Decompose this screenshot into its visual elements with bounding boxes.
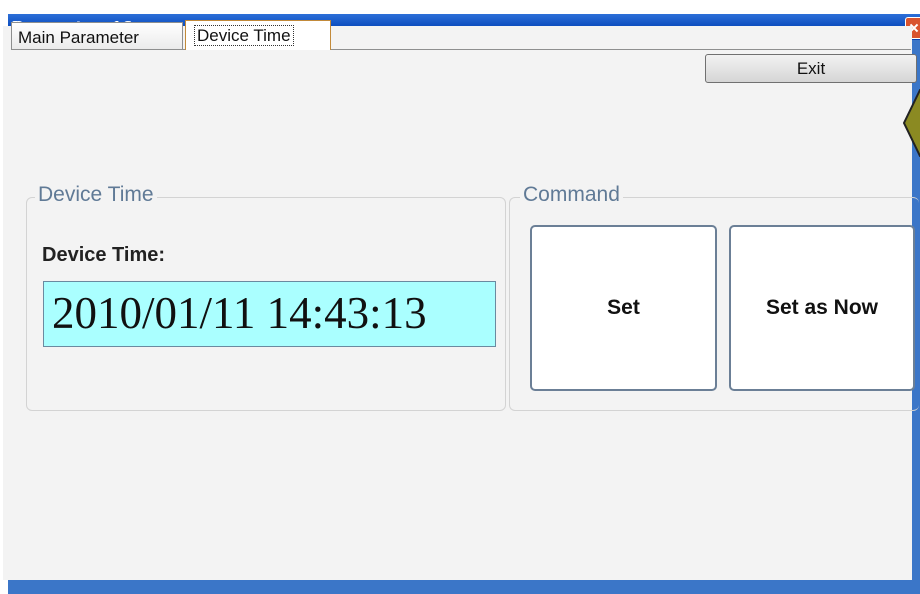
set-as-now-button[interactable]: Set as Now [729, 225, 915, 391]
tab-main-parameter[interactable]: Main Parameter [11, 22, 183, 49]
device-time-group-legend: Device Time [35, 183, 157, 207]
device-time-field[interactable]: 2010/01/11 14:43:13 [43, 281, 496, 347]
device-time-label: Device Time: [42, 244, 166, 266]
tab-device-time-label: Device Time [194, 25, 294, 46]
tab-device-time[interactable]: Device Time [185, 20, 331, 50]
tab-strip-divider [11, 49, 911, 50]
command-group-legend: Command [520, 183, 623, 207]
tab-main-parameter-label: Main Parameter [18, 28, 139, 47]
set-button[interactable]: Set [530, 225, 717, 391]
exit-button[interactable]: Exit [705, 54, 917, 83]
arrow-marker-icon [903, 89, 920, 157]
